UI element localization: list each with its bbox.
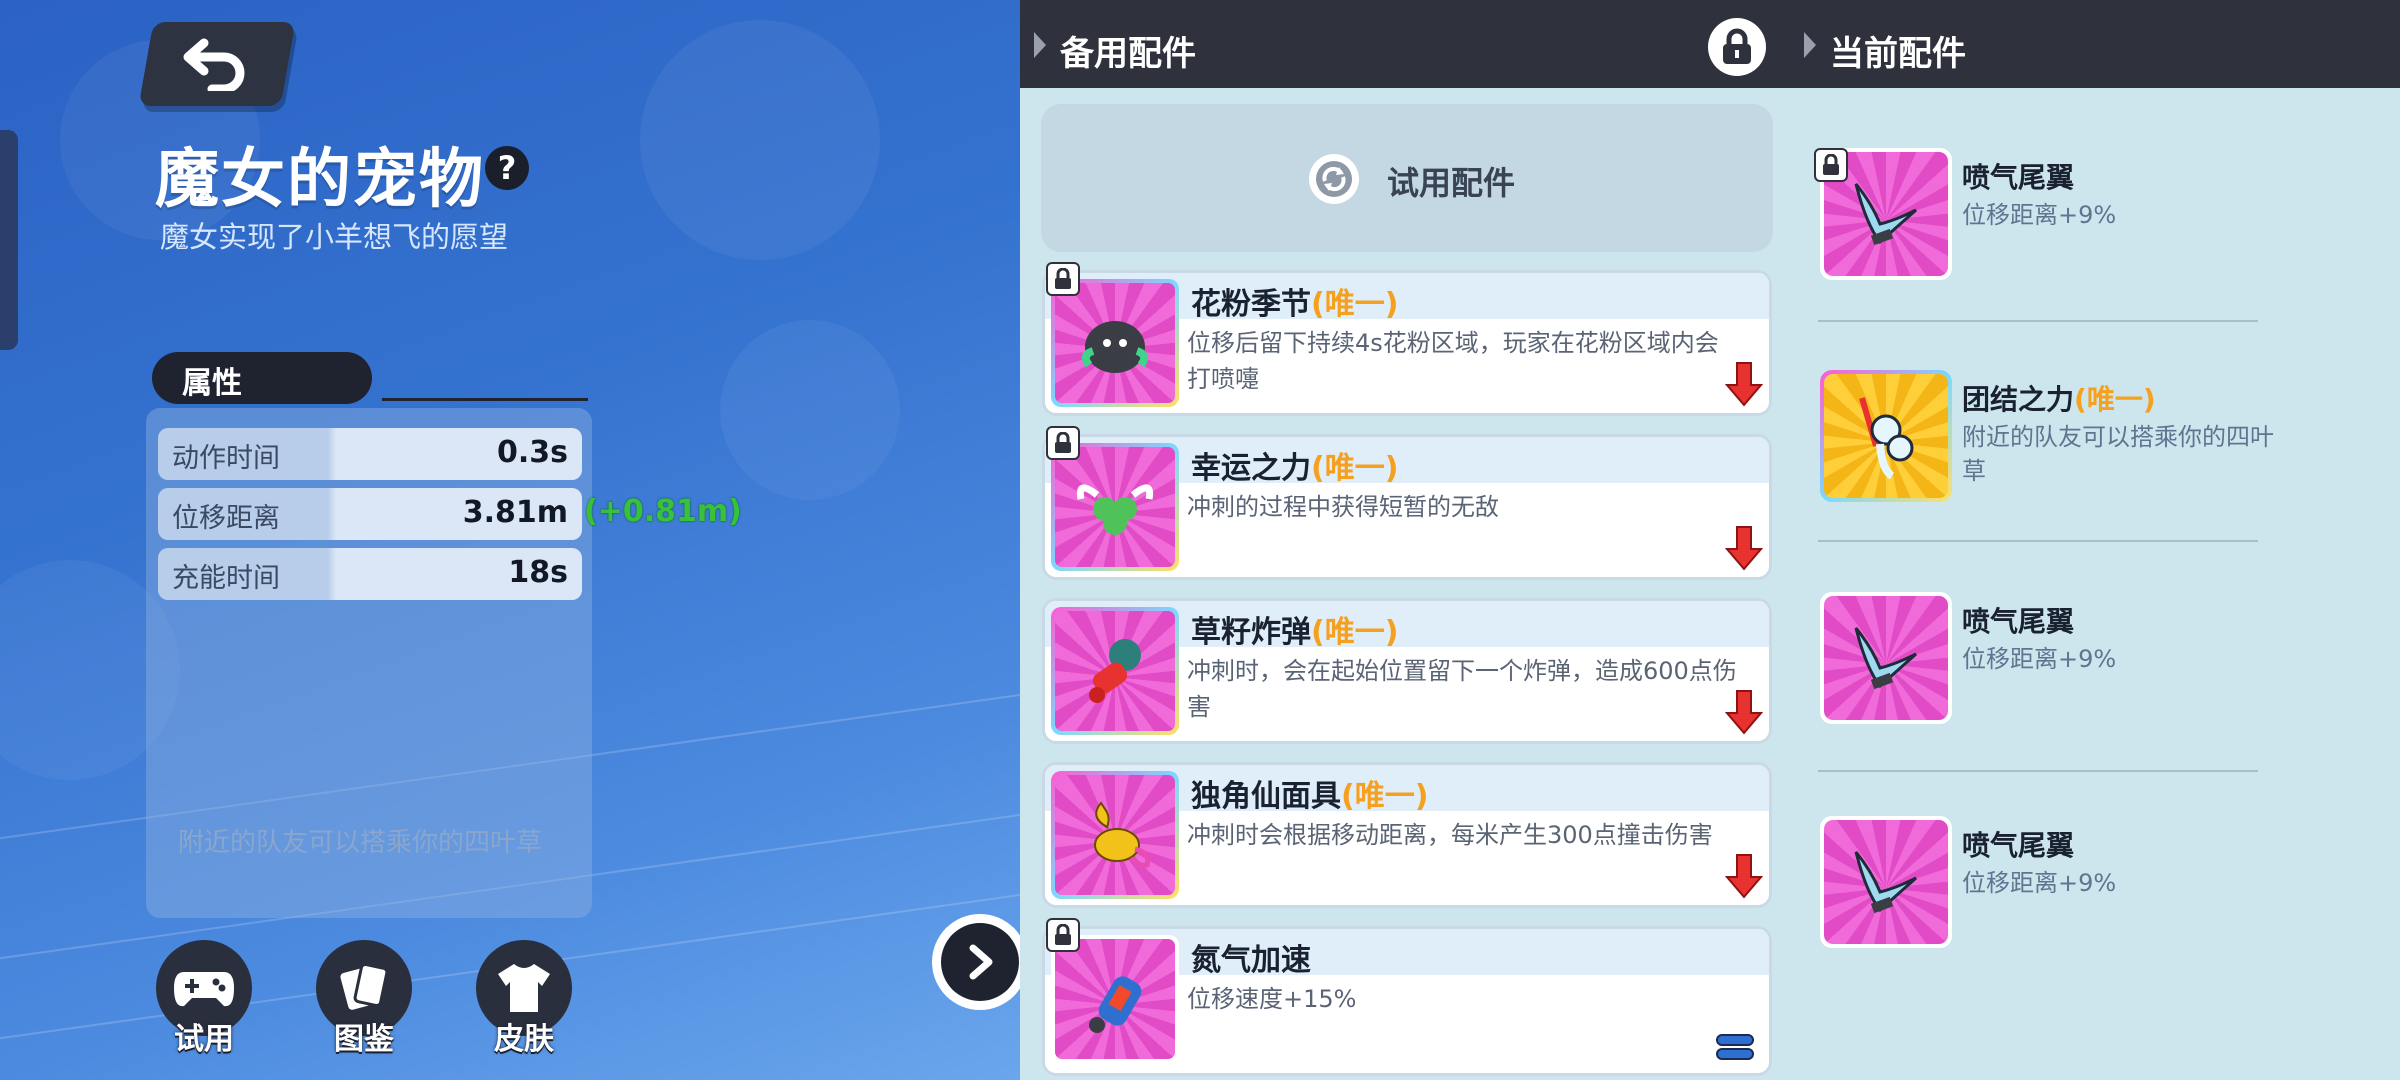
spare-part-card[interactable]: 花粉季节(唯一) 位移后留下持续4s花粉区域，玩家在花粉区域内会打喷嚏 — [1042, 270, 1772, 416]
next-arrow-inner — [941, 923, 1019, 1001]
help-button[interactable]: ? — [485, 146, 529, 190]
equipped-marker-icon — [1716, 1034, 1754, 1060]
part-name: 喷气尾翼 — [1962, 829, 2075, 862]
trial-label: 试用 — [174, 1022, 234, 1057]
seed-bomb-icon — [1089, 639, 1141, 703]
attr-value: 3.81m — [462, 495, 568, 530]
cards-icon — [340, 962, 389, 1010]
trial-parts-button[interactable]: 试用配件 — [1041, 104, 1773, 252]
spare-part-card[interactable]: 独角仙面具(唯一) 冲刺时会根据移动距离，每米产生300点撞击伤害 — [1042, 762, 1772, 908]
header-marker — [1804, 32, 1816, 58]
slot-divider — [1818, 320, 2258, 322]
part-thumbnail — [1820, 592, 1952, 724]
current-parts-header: 当前配件 — [1790, 0, 2400, 88]
equip-down-arrow-icon[interactable] — [1725, 361, 1763, 407]
jet-wing-icon — [1854, 627, 1917, 690]
attributes-underline — [382, 398, 588, 401]
part-name: 团结之力(唯一) — [1962, 383, 2156, 416]
jet-wing-icon — [1854, 183, 1917, 246]
part-name: 喷气尾翼 — [1962, 605, 2075, 638]
side-handle[interactable] — [0, 130, 18, 350]
attr-value: 18s — [508, 555, 568, 590]
current-part-slot[interactable]: 团结之力(唯一) 附近的队友可以搭乘你的四叶草 — [1820, 370, 2320, 510]
current-part-slot[interactable]: 喷气尾翼 位移距离+9% — [1820, 816, 2320, 956]
part-name: 花粉季节(唯一) — [1191, 287, 1399, 322]
attr-row-charge-time: 充能时间 18s — [158, 548, 582, 600]
slot-divider — [1818, 770, 2258, 772]
lock-toggle-button[interactable] — [1708, 18, 1766, 76]
attr-label: 动作时间 — [172, 443, 280, 474]
part-description: 位移距离+9% — [1962, 869, 2117, 897]
attr-value: 0.3s — [496, 435, 568, 470]
current-part-slot[interactable]: 喷气尾翼 位移距离+9% — [1820, 592, 2320, 732]
pet-title: 魔女的宠物 — [155, 143, 485, 217]
equip-down-arrow-icon[interactable] — [1725, 689, 1763, 735]
lock-badge-icon — [1046, 262, 1080, 296]
attr-row-move-distance: 位移距离 3.81m — [158, 488, 582, 540]
part-description: 位移距离+9% — [1962, 645, 2117, 673]
move-distance-bonus: (+0.81m) — [584, 494, 742, 529]
part-description: 位移距离+9% — [1962, 201, 2117, 229]
equip-down-arrow-icon[interactable] — [1725, 853, 1763, 899]
equip-down-arrow-icon[interactable] — [1725, 525, 1763, 571]
part-thumbnail — [1051, 771, 1179, 899]
part-thumbnail — [1051, 935, 1179, 1063]
skin-label: 皮肤 — [494, 1022, 554, 1057]
part-thumbnail — [1051, 607, 1179, 735]
attr-label: 位移距离 — [172, 503, 280, 534]
pet-effect-description: 附近的队友可以搭乘你的四叶草 — [178, 828, 543, 858]
chevron-right-icon — [969, 944, 993, 980]
trial-parts-label: 试用配件 — [1387, 164, 1516, 202]
part-thumbnail — [1051, 443, 1179, 571]
part-name: 氮气加速 — [1191, 943, 1311, 978]
spore-creature-icon — [1081, 321, 1149, 373]
lock-badge-icon — [1046, 426, 1080, 460]
part-description: 附近的队友可以搭乘你的四叶草 — [1962, 423, 2274, 485]
part-description: 位移速度+15% — [1187, 985, 1357, 1013]
team-power-icon — [1859, 397, 1914, 480]
lock-badge-icon — [1814, 148, 1848, 182]
attr-row-action-time: 动作时间 0.3s — [158, 428, 582, 480]
part-description: 位移后留下持续4s花粉区域，玩家在花粉区域内会打喷嚏 — [1187, 329, 1719, 393]
current-part-slot[interactable]: 喷气尾翼 位移距离+9% — [1820, 148, 2320, 288]
return-arrow-icon — [183, 38, 245, 91]
part-thumbnail — [1820, 816, 1952, 948]
spare-part-card[interactable]: 氮气加速 位移速度+15% — [1042, 926, 1772, 1076]
spare-parts-header: 备用配件 — [1020, 0, 1790, 88]
attributes-tab[interactable]: 属性 — [152, 352, 372, 404]
part-name: 独角仙面具(唯一) — [1191, 779, 1429, 814]
attr-label: 充能时间 — [172, 563, 280, 594]
lock-badge-icon — [1046, 918, 1080, 952]
header-marker — [1034, 32, 1046, 58]
spare-part-card[interactable]: 幸运之力(唯一) 冲刺的过程中获得短暂的无敌 — [1042, 434, 1772, 580]
padlock-icon — [1723, 28, 1751, 64]
winged-clover-icon — [1076, 484, 1154, 535]
current-parts-title: 当前配件 — [1830, 34, 1966, 74]
shirt-icon — [498, 964, 550, 1012]
beetle-mask-icon — [1094, 801, 1151, 868]
part-description: 冲刺的过程中获得短暂的无敌 — [1187, 493, 1499, 521]
spare-part-card[interactable]: 草籽炸弹(唯一) 冲刺时，会在起始位置留下一个炸弹，造成600点伤害 — [1042, 598, 1772, 744]
refresh-icon — [1309, 154, 1359, 204]
part-description: 冲刺时会根据移动距离，每米产生300点撞击伤害 — [1187, 821, 1713, 849]
pet-subtitle: 魔女实现了小羊想飞的愿望 — [160, 220, 509, 254]
jet-wing-icon — [1854, 851, 1917, 914]
back-button[interactable] — [138, 22, 296, 106]
slot-divider — [1818, 540, 2258, 542]
part-description: 冲刺时，会在起始位置留下一个炸弹，造成600点伤害 — [1187, 657, 1737, 721]
part-name: 幸运之力(唯一) — [1191, 451, 1399, 486]
part-thumbnail — [1051, 279, 1179, 407]
part-name: 喷气尾翼 — [1962, 161, 2075, 194]
part-thumbnail — [1820, 370, 1952, 502]
part-name: 草籽炸弹(唯一) — [1191, 615, 1399, 650]
codex-label: 图鉴 — [334, 1022, 394, 1057]
nitro-bottle-icon — [1089, 976, 1142, 1033]
spare-parts-title: 备用配件 — [1060, 34, 1196, 74]
next-arrow-button[interactable] — [932, 914, 1028, 1010]
gamepad-icon — [174, 972, 234, 1007]
